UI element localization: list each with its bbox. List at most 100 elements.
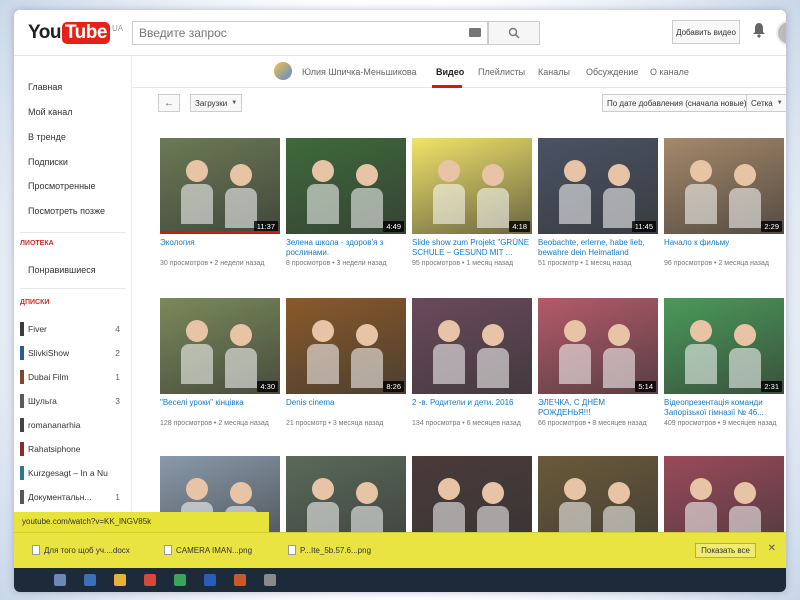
video-thumbnail[interactable]: 2:31 [664, 298, 784, 394]
sidebar-item-liked[interactable]: Понравившиеся [28, 265, 96, 275]
chrome-icon[interactable] [174, 574, 186, 586]
video-title[interactable]: "Веселі уроки" кінцівка [160, 398, 280, 418]
keyboard-icon[interactable] [469, 28, 481, 37]
video-title[interactable]: Экология [160, 238, 280, 258]
tab-playlists[interactable]: Плейлисты [478, 67, 525, 77]
media-icon[interactable] [144, 574, 156, 586]
subscription-item[interactable]: Fiver 4 [20, 322, 126, 336]
download-item[interactable]: P...Ite_5b.57.6...png [288, 545, 371, 555]
subscription-item[interactable]: Документальн... 1 [20, 490, 126, 504]
video-thumbnail[interactable]: 11:45 [538, 138, 658, 234]
view-dropdown[interactable]: Сетка ▼ [746, 94, 786, 112]
video-card[interactable]: 11:37 Экология 30 просмотров • 2 недели на… [160, 138, 280, 267]
video-card[interactable]: 8:26 Denis cinema 21 просмотр • 3 месяца н… [286, 298, 406, 427]
channel-name: Dubai Film [28, 372, 69, 382]
video-duration: 4:30 [257, 381, 278, 392]
video-card[interactable]: 11:45 Beobachte, erlerne, habe lieb, bewa… [538, 138, 658, 267]
channel-thumbnail [20, 370, 24, 384]
sidebar-item-my-channel[interactable]: Мой канал [28, 107, 73, 117]
upload-age: 8 месяцев назад [592, 420, 647, 427]
thumbnail-figure [312, 478, 334, 500]
show-all-downloads-button[interactable]: Показать все [695, 543, 756, 558]
video-card[interactable]: 4:18 Slide show zum Projekt "GRÜNE SCHULE… [412, 138, 532, 267]
subscription-item[interactable]: Шульга 3 [20, 394, 126, 408]
chevron-down-icon: ▼ [776, 100, 783, 106]
sort-dropdown[interactable]: По дате добавления (сначала новые) ▼ [602, 94, 762, 112]
search-button[interactable] [488, 21, 540, 45]
view-count: 51 просмотр [538, 260, 579, 267]
close-icon[interactable]: ✕ [768, 543, 776, 554]
thumbnail-figure [734, 324, 756, 346]
video-thumbnail[interactable]: 4:49 [286, 138, 406, 234]
video-meta: 51 просмотр • 1 месяц назад [538, 260, 658, 267]
thumbnail-figure [482, 482, 504, 504]
video-card[interactable]: 4:49 Зелена школа - здоров'я з рослинами.… [286, 138, 406, 267]
watch-progress-bar [160, 231, 280, 234]
tab-videos[interactable]: Видео [436, 67, 464, 77]
sidebar-item-subscriptions[interactable]: Подписки [28, 157, 68, 167]
sidebar-item-history[interactable]: Просмотренные [28, 181, 96, 191]
start-icon[interactable] [54, 574, 66, 586]
video-title[interactable]: Начало к фильму [664, 238, 784, 258]
video-thumbnail[interactable]: 4:18 [412, 138, 532, 234]
video-title[interactable]: 2 -в. Родители и дети. 2016 [412, 398, 532, 418]
video-duration: 2:29 [761, 221, 782, 232]
video-thumbnail[interactable]: 8:26 [286, 298, 406, 394]
video-card[interactable]: 2 -в. Родители и дети. 2016 134 просмотра… [412, 298, 532, 427]
logo-region: UA [111, 24, 124, 33]
sidebar-item-home[interactable]: Главная [28, 82, 62, 92]
view-label: Сетка [751, 98, 773, 108]
ie-icon[interactable] [84, 574, 96, 586]
subscription-item[interactable]: Kurzgesagt – In a Nut... [20, 466, 126, 480]
video-title[interactable]: ЭЛЕЧКА, С ДНЁМ РОЖДЕНЬЯ!!! [538, 398, 658, 418]
bell-icon[interactable] [752, 22, 766, 43]
video-title[interactable]: Denis cinema [286, 398, 406, 418]
thumbnail-figure [734, 164, 756, 186]
folder-icon[interactable] [114, 574, 126, 586]
back-button[interactable]: ← [158, 94, 180, 112]
video-card[interactable]: 4:30 "Веселі уроки" кінцівка 128 просмотро… [160, 298, 280, 427]
chevron-down-icon: ▼ [231, 100, 238, 106]
video-title[interactable]: Slide show zum Projekt "GRÜNE SCHULE – G… [412, 238, 532, 258]
uploads-dropdown[interactable]: Загрузки ▼ [190, 94, 243, 112]
thumbnail-figure [438, 478, 460, 500]
tab-about[interactable]: О канале [650, 67, 689, 77]
video-card[interactable]: 2:31 Відеопрезентація команди Запорізької… [664, 298, 784, 427]
download-item[interactable]: CAMERA IMAN...png [164, 545, 252, 555]
thumbnail-figure [312, 320, 334, 342]
channel-avatar[interactable] [274, 62, 292, 80]
view-count: 96 просмотров [664, 260, 713, 267]
word-icon[interactable] [204, 574, 216, 586]
sidebar-divider [20, 288, 126, 289]
video-thumbnail[interactable] [412, 298, 532, 394]
video-card[interactable]: 2:29 Начало к фильму 96 просмотров • 2 мес… [664, 138, 784, 267]
account-avatar[interactable] [776, 20, 786, 46]
app-icon[interactable] [264, 574, 276, 586]
subscription-item[interactable]: Rahatsiphone [20, 442, 126, 456]
sidebar-item-watch-later[interactable]: Посмотреть позже [28, 206, 105, 216]
thumbnail-figure [482, 164, 504, 186]
subscription-item[interactable]: SlivkiShow 2 [20, 346, 126, 360]
search-input[interactable] [133, 22, 453, 44]
channel-title[interactable]: Юлия Шпичка-Меньшикова [302, 67, 417, 77]
video-thumbnail[interactable]: 2:29 [664, 138, 784, 234]
video-thumbnail[interactable]: 11:37 [160, 138, 280, 234]
video-thumbnail[interactable]: 5:14 [538, 298, 658, 394]
youtube-logo[interactable]: You Tube UA [28, 22, 123, 44]
powerpoint-icon[interactable] [234, 574, 246, 586]
video-title[interactable]: Відеопрезентація команди Запорізької гім… [664, 398, 784, 418]
tab-channels[interactable]: Каналы [538, 67, 570, 77]
subscription-item[interactable]: romananarhia [20, 418, 126, 432]
tab-discussion[interactable]: Обсуждение [586, 67, 638, 77]
upload-button[interactable]: Добавить видео [672, 20, 740, 44]
video-title[interactable]: Beobachte, erlerne, habe lieb, bewahre d… [538, 238, 658, 258]
sidebar-item-trending[interactable]: В тренде [28, 132, 66, 142]
video-title[interactable]: Зелена школа - здоров'я з рослинами. [286, 238, 406, 258]
video-card[interactable]: 5:14 ЭЛЕЧКА, С ДНЁМ РОЖДЕНЬЯ!!! 66 просмот… [538, 298, 658, 427]
download-item[interactable]: Для того щоб уч....docx [32, 545, 130, 555]
thumbnail-figure [230, 482, 252, 504]
video-meta: 66 просмотров • 8 месяцев назад [538, 420, 658, 427]
video-thumbnail[interactable]: 4:30 [160, 298, 280, 394]
new-count: 2 [115, 348, 120, 358]
subscription-item[interactable]: Dubai Film 1 [20, 370, 126, 384]
